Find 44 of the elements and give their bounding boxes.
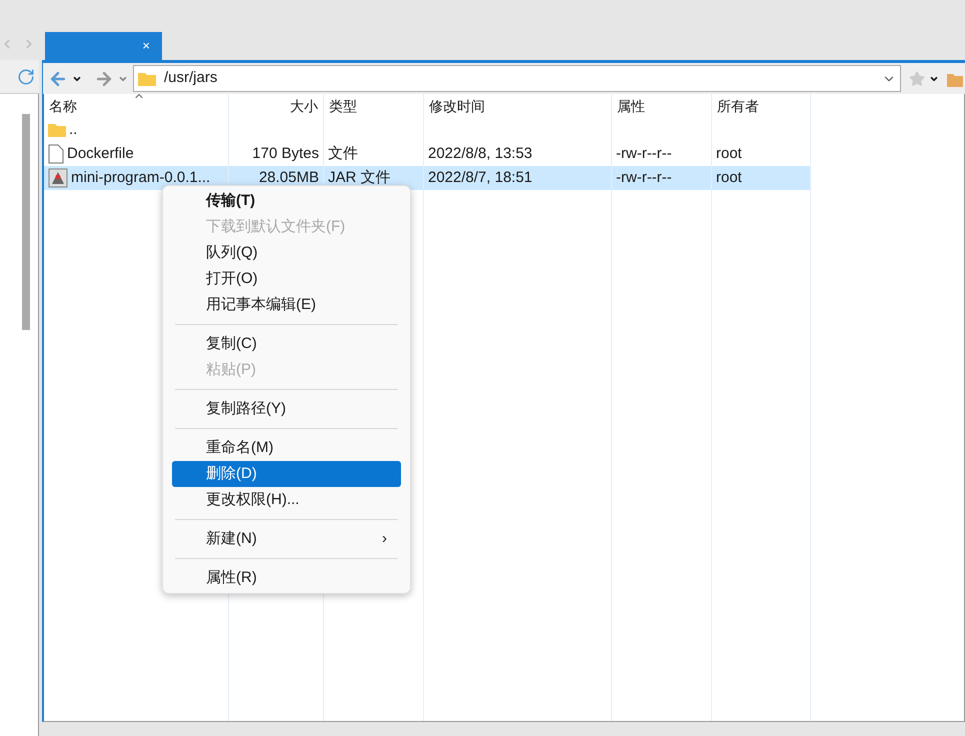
path-text: /usr/jars — [164, 68, 218, 88]
table-cell-text: 170 Bytes — [252, 144, 319, 164]
table-cell-text: 2022/8/7, 18:51 — [428, 168, 532, 188]
file-row[interactable]: .. — [44, 118, 811, 142]
table-cell-text: root — [716, 144, 742, 164]
table-cell-text: JAR 文件 — [328, 168, 391, 188]
menu-item[interactable]: 删除(D) — [172, 461, 401, 487]
folder-icon — [48, 123, 66, 137]
table-cell-text: 2022/8/8, 13:53 — [428, 144, 532, 164]
table-cell-text: root — [716, 168, 742, 188]
star-icon[interactable] — [909, 70, 925, 86]
refresh-icon[interactable] — [17, 68, 35, 86]
menu-item[interactable]: 传输(T) — [172, 188, 401, 214]
table-cell-text: mini-program-0.0.1... — [71, 168, 210, 188]
table-cell-text: 28.05MB — [258, 168, 319, 188]
column-header[interactable]: 大小 — [229, 94, 324, 118]
menu-item[interactable]: 复制路径(Y) — [172, 396, 401, 422]
menu-item[interactable]: 更改权限(H)... — [172, 487, 401, 513]
jar-file-icon — [48, 168, 68, 188]
column-header[interactable]: 所有者 — [712, 94, 811, 118]
tab[interactable]: × — [45, 32, 162, 60]
menu-item[interactable]: 打开(O) — [172, 266, 401, 292]
column-header[interactable]: 修改时间 — [424, 94, 612, 118]
file-icon — [48, 144, 64, 164]
table-cell-text: Dockerfile — [67, 144, 134, 164]
menu-item[interactable]: 用记事本编辑(E) — [172, 292, 401, 318]
menu-item[interactable]: 重命名(M) — [172, 435, 401, 461]
submenu-arrow-icon: › — [382, 528, 387, 550]
column-header[interactable]: 属性 — [612, 94, 712, 118]
scrollbar-thumb[interactable] — [22, 114, 30, 330]
menu-item[interactable]: 新建(N) › — [172, 526, 401, 552]
path-field[interactable]: /usr/jars — [133, 65, 901, 92]
menu-item[interactable]: 队列(Q) — [172, 240, 401, 266]
file-row[interactable]: mini-program-0.0.1... 28.05MB JAR 文件 2022/8/7, 18:51 -rw-r--r-- root — [44, 166, 811, 190]
table-cell-text: -rw-r--r-- — [616, 168, 672, 188]
table-cell-text: 文件 — [328, 144, 358, 164]
folder-icon — [138, 72, 156, 86]
column-header[interactable]: 类型 — [324, 94, 424, 118]
menu-item[interactable]: 复制(C) — [172, 331, 401, 357]
column-header[interactable]: 名称 — [44, 94, 229, 118]
table-cell-text: -rw-r--r-- — [616, 144, 672, 164]
table-cell-text: .. — [69, 120, 78, 140]
close-icon[interactable]: × — [142, 36, 150, 56]
menu-item[interactable]: 属性(R) — [172, 565, 401, 591]
